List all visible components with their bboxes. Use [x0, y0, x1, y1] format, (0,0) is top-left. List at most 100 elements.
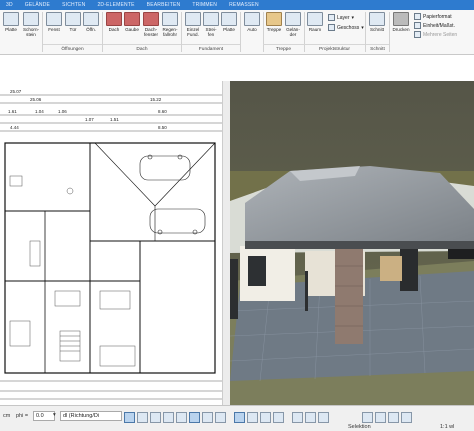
- car-symbols: [139, 154, 206, 235]
- print-icon: [393, 12, 409, 26]
- strip-foundation-icon: [203, 12, 219, 26]
- chevron-down-icon: ▾: [361, 24, 364, 31]
- layer-visibility-icon[interactable]: [375, 412, 386, 423]
- snap-line-icon[interactable]: [150, 412, 161, 423]
- section-fundament: Fundament: [182, 44, 240, 54]
- window-label: Fenst: [48, 27, 60, 32]
- floor-plan-view[interactable]: 25.07 25.06 15.22 1.61 1.04 1.06 1.07 1.…: [0, 81, 230, 405]
- slab-button[interactable]: Platte: [0, 12, 22, 32]
- chevron-down-icon[interactable]: ▾: [53, 412, 56, 418]
- select-icon[interactable]: [362, 412, 373, 423]
- tab-remassen[interactable]: REMASSEN: [223, 2, 265, 8]
- room-button[interactable]: Raum: [304, 12, 326, 32]
- window-icon: [46, 12, 62, 26]
- stair-icon: [266, 12, 282, 26]
- phi-input[interactable]: 0.0: [33, 411, 55, 421]
- status-bar: cm phi = 0.0 ▾ dl (Richtung/Di Selektion…: [0, 405, 474, 431]
- tab-2d-elemente[interactable]: 2D-ELEMENTE: [91, 2, 140, 8]
- tab-trimmen[interactable]: TRIMMEN: [186, 2, 223, 8]
- view-split-icon[interactable]: [260, 412, 271, 423]
- section-label: Schnitt: [369, 27, 385, 32]
- snap-grid-icon[interactable]: [124, 412, 135, 423]
- tab-sichten[interactable]: SICHTEN: [56, 2, 91, 8]
- direction-input[interactable]: dl (Richtung/Di: [60, 411, 122, 421]
- railing-button[interactable]: Gelän- der: [282, 12, 304, 37]
- paper-format-icon: [414, 13, 421, 20]
- snap-angle-icon[interactable]: [176, 412, 187, 423]
- door-label: Tür: [69, 27, 77, 32]
- tab-bearbeiten[interactable]: BEARBEITEN: [141, 2, 187, 8]
- view-walk-icon[interactable]: [273, 412, 284, 423]
- light-icon[interactable]: [318, 412, 329, 423]
- floor-icon: [328, 24, 335, 31]
- car-button[interactable]: Auto: [241, 12, 263, 32]
- foundation-slab-icon: [221, 12, 237, 26]
- dormer-icon: [124, 12, 140, 26]
- view-plan-icon[interactable]: [234, 412, 245, 423]
- single-foundation-icon: [185, 12, 201, 26]
- render-icon[interactable]: [292, 412, 303, 423]
- single-foundation-label: Einzel Fund.: [186, 27, 200, 37]
- section-projektstruktur: Projektstruktur: [304, 44, 365, 54]
- tab-3d[interactable]: 3D: [0, 2, 19, 8]
- dimension-label: 1.06: [58, 109, 67, 114]
- 3d-house-rendering: [230, 81, 474, 405]
- section-dach: Dach: [103, 44, 181, 54]
- einheit-button[interactable]: Einheit/Maßst.: [414, 22, 455, 29]
- dimension-label: 4.44: [10, 125, 19, 130]
- stair-label: Treppe: [266, 27, 282, 32]
- layer-label: Layer: [337, 14, 350, 21]
- ortho-icon[interactable]: [215, 412, 226, 423]
- dimension-label: 1.61: [8, 109, 17, 114]
- floor-plan-drawing: 25.07 25.06 15.22 1.61 1.04 1.06 1.07 1.…: [0, 89, 222, 400]
- selection-label: Selektion: [348, 424, 371, 430]
- ribbon-toolbar: Platte Schorn- stein Fenst Tür Öffn. Dac…: [0, 10, 474, 55]
- snap-point-icon[interactable]: [137, 412, 148, 423]
- geschoss-dropdown[interactable]: Geschoss ▾: [328, 24, 364, 31]
- print-label: Drucken: [392, 27, 410, 32]
- workspace-gap: [0, 55, 474, 81]
- section-button[interactable]: Schnitt: [366, 12, 388, 32]
- phi-label: phi =: [16, 413, 29, 419]
- dimension-label: 25.06: [30, 97, 42, 102]
- camera-icon[interactable]: [305, 412, 316, 423]
- cursor-icon[interactable]: [401, 412, 412, 423]
- einheit-label: Einheit/Maßst.: [423, 22, 455, 29]
- section-icon: [369, 12, 385, 26]
- layer-icon: [328, 14, 335, 21]
- slab-icon: [3, 12, 19, 26]
- view-3d-icon[interactable]: [247, 412, 258, 423]
- layer-dropdown[interactable]: Layer ▾: [328, 14, 354, 21]
- foundation-slab-button[interactable]: Platte: [218, 12, 240, 32]
- railing-icon: [285, 12, 301, 26]
- 3d-view[interactable]: [230, 81, 474, 405]
- geschoss-label: Geschoss: [337, 24, 360, 31]
- section-oeffnungen: Öffnungen: [43, 44, 102, 54]
- foundation-slab-label: Platte: [223, 27, 235, 32]
- print-button[interactable]: Drucken: [390, 12, 412, 32]
- mehrere-seiten-button[interactable]: Mehrere Seiten: [414, 31, 457, 38]
- opening-button[interactable]: Öffn.: [80, 12, 102, 32]
- chimney-button[interactable]: Schorn- stein: [20, 12, 42, 37]
- grid-toggle-icon[interactable]: [388, 412, 399, 423]
- dimension-label: 25.07: [10, 89, 22, 94]
- stone-pillar: [335, 249, 363, 344]
- mehrere-seiten-label: Mehrere Seiten: [423, 31, 458, 38]
- tab-gelaende[interactable]: GELÄNDE: [19, 2, 56, 8]
- plan-scrollbar[interactable]: [222, 81, 230, 405]
- papierformat-button[interactable]: Papierformat: [414, 13, 452, 20]
- text-snap-icon[interactable]: [189, 412, 200, 423]
- chimney-icon: [23, 12, 39, 26]
- car-icon: [244, 12, 260, 26]
- unit-scale-icon: [414, 22, 421, 29]
- measure-icon[interactable]: [202, 412, 213, 423]
- dimension-label: 1.04: [35, 109, 44, 114]
- section-schnitt: Schnitt: [366, 44, 389, 54]
- snap-midpoint-icon[interactable]: [163, 412, 174, 423]
- downpipe-icon: [162, 12, 178, 26]
- scale-label: 1:1 wl: [440, 424, 455, 430]
- downpipe-button[interactable]: Regen- fallrohr: [159, 12, 181, 37]
- dimension-label: 8.60: [158, 109, 167, 114]
- roof-label: Dach: [108, 27, 120, 32]
- dimension-label: 8.50: [158, 125, 167, 130]
